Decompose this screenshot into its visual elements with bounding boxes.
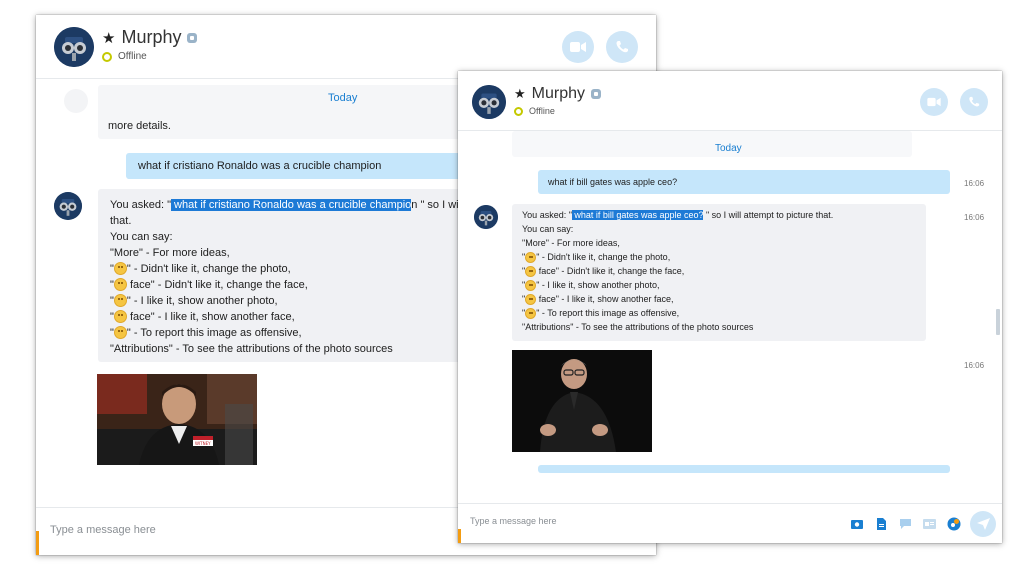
date-divider: Today bbox=[715, 143, 742, 154]
composer-accent bbox=[458, 529, 461, 543]
video-call-button[interactable] bbox=[920, 88, 948, 116]
contact-name-line: ★ Murphy bbox=[514, 85, 602, 103]
bot-avatar[interactable] bbox=[54, 192, 82, 220]
option-attributions: "Attributions" - To see the attributions… bbox=[522, 322, 754, 332]
unamused-emoticon-icon bbox=[525, 266, 537, 277]
emoticon-button[interactable] bbox=[898, 517, 912, 531]
next-message-bubble bbox=[538, 465, 950, 473]
audio-call-button[interactable] bbox=[960, 88, 988, 116]
generated-photo-snooker[interactable]: WITNEY bbox=[97, 374, 257, 465]
video-call-icon bbox=[570, 42, 586, 52]
unamused-emoticon-icon bbox=[113, 262, 127, 275]
query-highlight: what if bill gates was apple ceo? bbox=[571, 210, 704, 220]
audio-call-icon bbox=[969, 96, 980, 107]
chat-header: ★ Murphy Offline bbox=[458, 71, 1002, 131]
contact-name[interactable]: Murphy bbox=[532, 85, 585, 103]
send-icon bbox=[976, 518, 990, 530]
composer-accent bbox=[36, 531, 39, 555]
video-call-icon bbox=[927, 97, 941, 107]
chat-window-front: ★ Murphy Offline Today what if bill gate… bbox=[458, 71, 1002, 543]
verified-icon bbox=[187, 32, 198, 43]
bot-icon bbox=[947, 517, 961, 531]
offline-status-icon bbox=[514, 106, 523, 116]
star-icon[interactable]: ★ bbox=[514, 86, 526, 102]
scrollbar-thumb[interactable] bbox=[996, 309, 1000, 335]
offline-status-icon bbox=[102, 51, 112, 62]
worried-emoticon-icon bbox=[113, 326, 127, 339]
status-text: Offline bbox=[118, 51, 147, 62]
send-button[interactable] bbox=[970, 511, 996, 537]
contact-avatar[interactable] bbox=[54, 27, 94, 67]
contact-card-icon bbox=[922, 519, 936, 529]
option-report: " " - To report this image as offensive, bbox=[522, 308, 680, 319]
worried-emoticon-icon bbox=[525, 308, 537, 319]
option-change-face: " face" - Didn't like it, change the fac… bbox=[522, 266, 685, 277]
option-another-face: " face" - I like it, show another face, bbox=[522, 294, 674, 305]
date-divider: Today bbox=[328, 92, 358, 104]
status-text: Offline bbox=[529, 106, 555, 116]
photo-badge-text: WITNEY bbox=[195, 441, 211, 446]
smile-emoticon-icon bbox=[525, 294, 537, 305]
query-highlight: what if cristiano Ronaldo was a crucible… bbox=[171, 199, 412, 211]
file-icon bbox=[876, 518, 886, 530]
option-another-photo: " " - I like it, show another photo, bbox=[522, 280, 660, 291]
presence-status: Offline bbox=[514, 106, 555, 116]
smile-emoticon-icon bbox=[113, 310, 127, 323]
sent-message-time: 16:06 bbox=[964, 179, 985, 188]
contact-avatar[interactable] bbox=[472, 85, 506, 119]
previous-message-bubble: more details. bbox=[98, 85, 498, 139]
bot-button[interactable] bbox=[946, 516, 962, 532]
sent-message-text: what if bill gates was apple ceo? bbox=[548, 177, 678, 187]
bot-reply-bubble[interactable]: You asked: " what if bill gates was appl… bbox=[512, 204, 926, 341]
previous-message-bubble bbox=[512, 131, 912, 157]
contact-card-button[interactable] bbox=[922, 517, 936, 531]
smile-emoticon-icon bbox=[113, 294, 127, 307]
smile-emoticon-icon bbox=[525, 280, 537, 291]
chat-header: ★ Murphy Offline bbox=[36, 15, 656, 79]
sent-message-text: what if cristiano Ronaldo was a crucible… bbox=[138, 160, 382, 172]
file-button[interactable] bbox=[874, 517, 888, 531]
verified-icon bbox=[591, 89, 602, 99]
reply-can-say: You can say: bbox=[522, 224, 574, 234]
bot-avatar[interactable] bbox=[474, 205, 498, 229]
audio-call-button[interactable] bbox=[606, 31, 638, 63]
video-call-button[interactable] bbox=[562, 31, 594, 63]
generated-photo-ceo[interactable] bbox=[512, 350, 652, 452]
reply-time: 16:06 bbox=[964, 213, 985, 222]
media-button[interactable] bbox=[850, 517, 864, 531]
contact-name-line: ★ Murphy bbox=[102, 27, 198, 48]
contact-name[interactable]: Murphy bbox=[121, 27, 181, 48]
sent-message-bubble[interactable]: what if bill gates was apple ceo? bbox=[538, 170, 950, 194]
message-input[interactable]: Type a message here bbox=[470, 516, 557, 526]
unamused-emoticon-icon bbox=[525, 252, 537, 263]
message-composer: Type a message here bbox=[458, 503, 1002, 543]
star-icon[interactable]: ★ bbox=[102, 29, 115, 47]
media-icon bbox=[851, 520, 863, 529]
presence-status: Offline bbox=[102, 51, 147, 62]
faded-avatar bbox=[64, 89, 88, 113]
emoticon-icon bbox=[899, 519, 911, 529]
audio-call-icon bbox=[616, 41, 628, 53]
option-more: "More" - For more ideas, bbox=[522, 238, 620, 248]
previous-message-text: more details. bbox=[108, 120, 171, 132]
message-input[interactable]: Type a message here bbox=[50, 524, 156, 536]
unamused-emoticon-icon bbox=[113, 278, 127, 291]
option-change-photo: " " - Didn't like it, change the photo, bbox=[522, 252, 671, 263]
photo-time: 16:06 bbox=[964, 361, 985, 370]
reply-line-1: You asked: " what if bill gates was appl… bbox=[522, 210, 834, 220]
